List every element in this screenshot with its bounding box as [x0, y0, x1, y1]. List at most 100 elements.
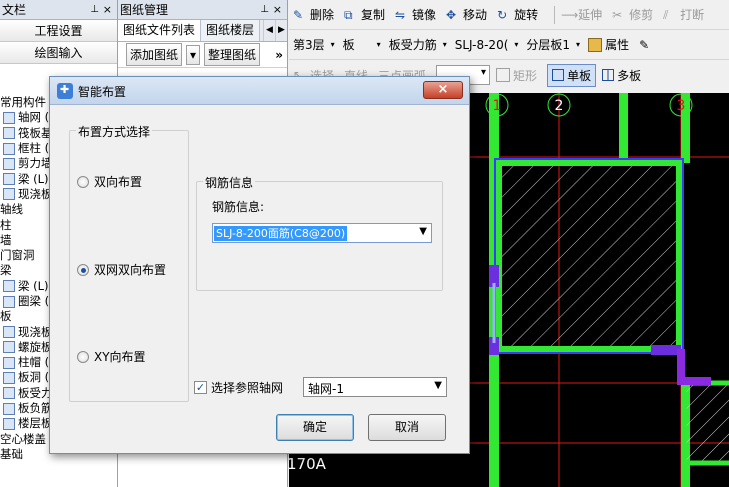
component-icon: [3, 371, 15, 384]
component-icon: [3, 326, 15, 339]
drawing-input-button[interactable]: 绘图输入: [0, 42, 117, 64]
toolbar-button[interactable]: ⫽ 打断: [663, 6, 704, 23]
move-icon: ✥: [446, 7, 457, 22]
tree-item-label: 剪力墙: [18, 156, 53, 171]
reference-axis-option[interactable]: ✓ 选择参照轴网: [194, 379, 283, 396]
component-icon: [3, 295, 15, 308]
tree-item-label: 框柱 (: [18, 141, 50, 156]
tree-item-label: 门窗洞: [0, 248, 35, 263]
toolbar-button[interactable]: ↻ 旋转: [497, 6, 538, 23]
option-xy[interactable]: XY向布置: [77, 348, 146, 365]
tab-scroll-left-icon[interactable]: ◀: [263, 20, 275, 41]
component-icon: [3, 188, 15, 201]
tree-item-label: 轴网 (: [18, 110, 50, 125]
radio-xy[interactable]: [77, 350, 89, 363]
toolbar-button[interactable]: ✥ 移动: [446, 6, 487, 23]
reference-axis-checkbox[interactable]: ✓: [194, 381, 207, 394]
organize-drawings-button[interactable]: 整理图纸: [204, 43, 261, 66]
component-icon: [3, 280, 15, 293]
toolbar-button-label: 旋转: [514, 8, 539, 22]
edit-toolbar: ✎ 删除 ⧉ 复制 ⇋ 镜像 ✥ 移动 ↻ 旋转 ⟶ 延伸 ✂ 修剪 ⫽ 打断: [289, 0, 729, 30]
radio-double-net-bidirectional[interactable]: [77, 263, 89, 276]
tree-item-label: 梁: [0, 263, 12, 278]
toolbar-button[interactable]: ✂ 修剪: [612, 6, 653, 23]
pin-icon[interactable]: ⊥: [90, 0, 99, 20]
tree-item-label: 柱: [0, 217, 12, 232]
marker: [651, 345, 681, 355]
tree-item-label: 螺旋板: [18, 339, 53, 354]
toolbar-button[interactable]: ✎ 删除: [293, 6, 334, 23]
component-icon: [3, 341, 15, 354]
rebar-info-value: SLJ-8-200面筋(C8@200): [214, 226, 348, 241]
component-icon: [3, 356, 15, 369]
slab: [681, 380, 729, 466]
layer-select[interactable]: 分层板1 ▾: [526, 36, 580, 53]
option-label: 双网双向布置: [94, 263, 167, 277]
multi-slab-icon: [602, 69, 615, 81]
navigator-title: 文栏: [2, 3, 27, 17]
navigator-header: 文栏 ⊥ ×: [0, 0, 117, 20]
type-select[interactable]: 板受力筋 ▾: [389, 36, 447, 53]
add-drawing-button[interactable]: 添加图纸: [126, 43, 183, 66]
toolbar-button[interactable]: ⟶ 延伸: [561, 6, 602, 23]
tab-drawing-file-list[interactable]: 图纸文件列表: [118, 20, 202, 41]
pin-icon[interactable]: ⊥: [260, 0, 269, 20]
dialog-titlebar[interactable]: 智能布置 ×: [50, 77, 469, 105]
axis-label: 1: [493, 98, 502, 114]
axis-select[interactable]: 轴网-1 ▼: [303, 377, 447, 397]
close-icon[interactable]: ×: [103, 0, 112, 20]
dialog-title: 智能布置: [78, 85, 127, 99]
tree-item-label: 轴线: [0, 202, 23, 217]
smart-layout-dialog: 智能布置 × 布置方式选择 双向布置 双网双向布置 XY向布置 钢筋信息 钢筋信…: [49, 76, 470, 454]
tree-item-label: 梁 (L): [18, 171, 49, 186]
properties-button[interactable]: 属性: [588, 36, 629, 53]
add-drawing-dropdown-icon[interactable]: ▾: [186, 44, 201, 65]
category-select[interactable]: 板 ▾: [343, 36, 381, 53]
toolbar-button-label: 删除: [310, 8, 335, 22]
component-select[interactable]: SLJ-8-20(▾: [455, 38, 519, 52]
toolbar-button-label: 修剪: [629, 8, 654, 22]
drawing-toolbar: 添加图纸 ▾ 整理图纸 »: [118, 42, 287, 68]
slab: [496, 160, 682, 352]
toolbar-button[interactable]: ⧉ 复制: [344, 6, 385, 23]
drawing-manager-header: 图纸管理 ⊥ ×: [118, 0, 287, 20]
marker: [681, 377, 711, 385]
tree-item-label: 空心楼盖: [0, 431, 46, 446]
close-button[interactable]: ×: [423, 81, 463, 99]
project-settings-button[interactable]: 工程设置: [0, 20, 117, 42]
tree-item-label: 梁 (L): [18, 278, 49, 293]
option-label: XY向布置: [94, 350, 146, 364]
dimension-text: 170A: [289, 455, 327, 473]
option-label: 双向布置: [94, 175, 143, 189]
toolbar-button[interactable]: ⇋ 镜像: [395, 6, 436, 23]
tree-item-label: 筏板基: [18, 125, 53, 140]
tab-scroll-right-icon[interactable]: ▶: [275, 20, 287, 41]
floor-select[interactable]: 第3层 ▾: [293, 36, 335, 53]
mirror-icon: ⇋: [395, 7, 406, 22]
option-double-net-bidirectional[interactable]: 双网双向布置: [77, 261, 166, 278]
component-icon: [3, 402, 15, 415]
ok-button[interactable]: 确定: [276, 414, 354, 441]
trim-icon: ✂: [612, 7, 623, 22]
reference-axis-label: 选择参照轴网: [211, 381, 284, 395]
rebar-info-select[interactable]: SLJ-8-200面筋(C8@200) ▼: [212, 223, 432, 243]
more-chevron-icon[interactable]: »: [275, 48, 283, 62]
tree-item-label: 板受力: [18, 385, 53, 400]
single-slab-icon: [552, 69, 565, 81]
radio-bidirectional[interactable]: [77, 175, 89, 188]
tree-item-label: 柱帽 (: [18, 355, 50, 370]
multi-slab-button[interactable]: 多板: [602, 67, 641, 84]
cancel-button[interactable]: 取消: [368, 414, 446, 441]
copy-icon: ⧉: [344, 7, 353, 22]
edit-pen-icon[interactable]: ✎: [639, 38, 649, 52]
tab-drawing-floor[interactable]: 图纸楼层: [201, 20, 261, 41]
drawing-tabs: 图纸文件列表 图纸楼层 ◀ ▶: [118, 20, 287, 42]
toolbar-button-label: 打断: [680, 8, 705, 22]
rect-button[interactable]: 矩形: [496, 67, 537, 84]
toolbar-separator: [554, 5, 556, 24]
tree-item-label: 现浇板: [18, 324, 53, 339]
layout-icon: [57, 83, 73, 99]
option-bidirectional[interactable]: 双向布置: [77, 173, 142, 190]
single-slab-button[interactable]: 单板: [547, 63, 597, 87]
close-icon[interactable]: ×: [273, 0, 282, 20]
